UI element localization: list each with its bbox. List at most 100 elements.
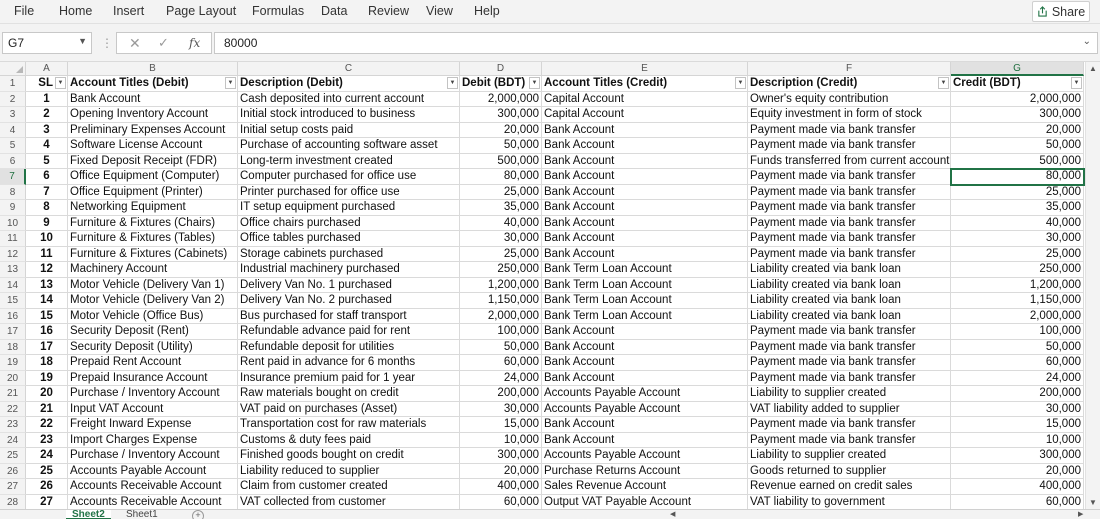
cell-debit[interactable]: 25,000 — [460, 246, 542, 262]
column-header-f[interactable]: F — [748, 62, 951, 76]
cell-description-debit[interactable]: Delivery Van No. 2 purchased — [238, 293, 460, 309]
cell-debit[interactable]: 80,000 — [460, 169, 542, 185]
cell-account-credit[interactable]: Bank Account — [542, 324, 748, 340]
cell-description-debit[interactable]: Finished goods bought on credit — [238, 448, 460, 464]
cell-sl[interactable]: 19 — [26, 370, 68, 386]
cell-sl[interactable]: 16 — [26, 324, 68, 340]
cell-description-credit[interactable]: Liability created via bank loan — [748, 308, 951, 324]
row-header[interactable]: 24 — [0, 432, 26, 448]
cell-sl[interactable]: 13 — [26, 277, 68, 293]
row-header[interactable]: 11 — [0, 231, 26, 247]
cell-account-credit[interactable]: Output VAT Payable Account — [542, 494, 748, 509]
cell-debit[interactable]: 10,000 — [460, 432, 542, 448]
row-header[interactable]: 16 — [0, 308, 26, 324]
cell-sl[interactable]: 23 — [26, 432, 68, 448]
cell-debit[interactable]: 1,200,000 — [460, 277, 542, 293]
cell-account-credit[interactable]: Bank Term Loan Account — [542, 262, 748, 278]
menu-page-layout[interactable]: Page Layout — [166, 4, 236, 18]
cell-credit[interactable]: 50,000 — [951, 339, 1084, 355]
expand-formula-bar-icon[interactable]: ⌄ — [1083, 36, 1091, 47]
name-box[interactable]: G7 ▼ — [2, 32, 92, 54]
cell-credit[interactable]: 50,000 — [951, 138, 1084, 154]
cell-debit[interactable]: 100,000 — [460, 324, 542, 340]
cell-description-debit[interactable]: Delivery Van No. 1 purchased — [238, 277, 460, 293]
cell-credit[interactable]: 500,000 — [951, 153, 1084, 169]
cell-credit[interactable]: 35,000 — [951, 200, 1084, 216]
cell-description-debit[interactable]: Raw materials bought on credit — [238, 386, 460, 402]
menu-formulas[interactable]: Formulas — [252, 4, 304, 18]
cell-sl[interactable]: 17 — [26, 339, 68, 355]
cell-credit[interactable]: 100,000 — [951, 324, 1084, 340]
cell-description-debit[interactable]: Cash deposited into current account — [238, 91, 460, 107]
row-header[interactable]: 26 — [0, 463, 26, 479]
cell-description-debit[interactable]: Office chairs purchased — [238, 215, 460, 231]
cell-account-debit[interactable]: Accounts Receivable Account — [68, 494, 238, 509]
cell-description-credit[interactable]: Liability created via bank loan — [748, 293, 951, 309]
column-header-e[interactable]: E — [542, 62, 748, 76]
cell-debit[interactable]: 400,000 — [460, 479, 542, 495]
insert-function-icon[interactable]: fx — [189, 36, 200, 50]
cell-account-credit[interactable]: Bank Account — [542, 200, 748, 216]
cell-description-credit[interactable]: Payment made via bank transfer — [748, 200, 951, 216]
row-header[interactable]: 18 — [0, 339, 26, 355]
cell-description-debit[interactable]: VAT collected from customer — [238, 494, 460, 509]
cell-description-debit[interactable]: Rent paid in advance for 6 months — [238, 355, 460, 371]
sheet-tab-sheet2[interactable]: Sheet2 — [66, 510, 111, 519]
cell-description-debit[interactable]: VAT paid on purchases (Asset) — [238, 401, 460, 417]
cell-description-credit[interactable]: Funds transferred from current account — [748, 153, 951, 169]
row-header[interactable]: 23 — [0, 417, 26, 433]
row-header[interactable]: 5 — [0, 138, 26, 154]
cell-account-credit[interactable]: Bank Account — [542, 122, 748, 138]
cell-account-credit[interactable]: Bank Account — [542, 370, 748, 386]
cell-sl[interactable]: 14 — [26, 293, 68, 309]
cell-debit[interactable]: 20,000 — [460, 463, 542, 479]
row-header[interactable]: 14 — [0, 277, 26, 293]
cell-credit[interactable]: 300,000 — [951, 107, 1084, 123]
cell-sl[interactable]: 1 — [26, 91, 68, 107]
formula-input[interactable]: 80000 ⌄ — [214, 32, 1098, 54]
cell-account-debit[interactable]: Accounts Payable Account — [68, 463, 238, 479]
cell-sl[interactable]: 22 — [26, 417, 68, 433]
cell-credit[interactable]: 60,000 — [951, 494, 1084, 509]
cell-debit[interactable]: 40,000 — [460, 215, 542, 231]
cell-description-credit[interactable]: Payment made via bank transfer — [748, 138, 951, 154]
cell-account-debit[interactable]: Fixed Deposit Receipt (FDR) — [68, 153, 238, 169]
cell-account-debit[interactable]: Input VAT Account — [68, 401, 238, 417]
cell-account-debit[interactable]: Accounts Receivable Account — [68, 479, 238, 495]
cell-description-credit[interactable]: Liability to supplier created — [748, 448, 951, 464]
cancel-icon[interactable]: ✕ — [129, 35, 141, 52]
cell-debit[interactable]: 60,000 — [460, 355, 542, 371]
cell-debit[interactable]: 200,000 — [460, 386, 542, 402]
more-options-icon[interactable]: ⋮ — [101, 36, 113, 50]
cell-description-debit[interactable]: Industrial machinery purchased — [238, 262, 460, 278]
cell-description-credit[interactable]: Payment made via bank transfer — [748, 184, 951, 200]
cell-account-debit[interactable]: Bank Account — [68, 91, 238, 107]
cell-credit[interactable]: 1,150,000 — [951, 293, 1084, 309]
cell-description-debit[interactable]: Claim from customer created — [238, 479, 460, 495]
cell-account-credit[interactable]: Bank Account — [542, 339, 748, 355]
cell-account-credit[interactable]: Accounts Payable Account — [542, 401, 748, 417]
cell-description-debit[interactable]: Customs & duty fees paid — [238, 432, 460, 448]
scroll-right-icon[interactable]: ▶ — [1078, 510, 1083, 518]
cell-credit[interactable]: 20,000 — [951, 463, 1084, 479]
cell-account-debit[interactable]: Office Equipment (Printer) — [68, 184, 238, 200]
row-header[interactable]: 4 — [0, 122, 26, 138]
confirm-icon[interactable]: ✓ — [158, 35, 169, 51]
cell-debit[interactable]: 2,000,000 — [460, 91, 542, 107]
cell-description-credit[interactable]: Liability created via bank loan — [748, 277, 951, 293]
cell-description-credit[interactable]: Revenue earned on credit sales — [748, 479, 951, 495]
cell-account-debit[interactable]: Freight Inward Expense — [68, 417, 238, 433]
filter-dropdown-icon[interactable]: ▼ — [55, 77, 66, 89]
cell-account-credit[interactable]: Bank Account — [542, 417, 748, 433]
cell-sl[interactable]: 10 — [26, 231, 68, 247]
row-header[interactable]: 19 — [0, 355, 26, 371]
row-header[interactable]: 22 — [0, 401, 26, 417]
row-header[interactable]: 17 — [0, 324, 26, 340]
cell-credit[interactable]: 250,000 — [951, 262, 1084, 278]
cell-sl[interactable]: 12 — [26, 262, 68, 278]
cell-account-debit[interactable]: Prepaid Rent Account — [68, 355, 238, 371]
sheet-tab-sheet1[interactable]: Sheet1 — [120, 510, 164, 519]
row-header[interactable]: 20 — [0, 370, 26, 386]
column-header-c[interactable]: C — [238, 62, 460, 76]
cell-account-debit[interactable]: Security Deposit (Rent) — [68, 324, 238, 340]
